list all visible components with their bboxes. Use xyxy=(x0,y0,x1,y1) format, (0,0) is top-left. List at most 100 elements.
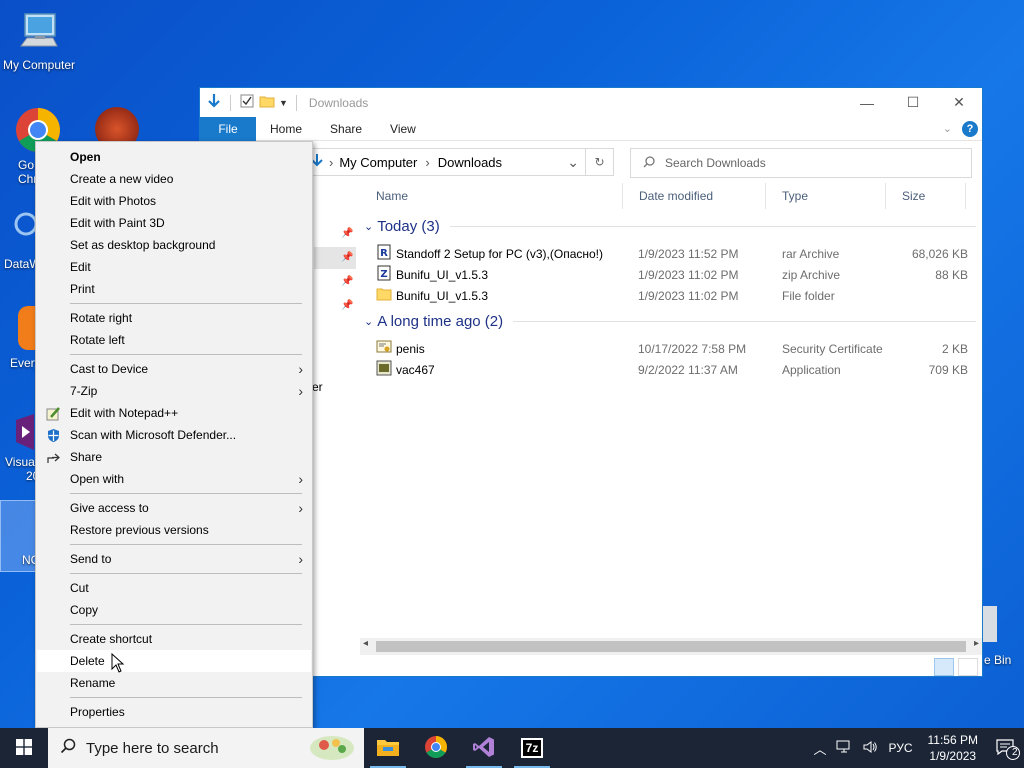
customize-toolbar-dropdown-icon[interactable]: ▼ xyxy=(279,98,288,108)
refresh-button[interactable]: ↻ xyxy=(586,148,614,176)
menu-item-rotate-left[interactable]: Rotate left xyxy=(37,329,311,351)
menu-item-edit[interactable]: Edit xyxy=(37,256,311,278)
nav-pane-label-fragment[interactable]: er xyxy=(312,380,323,394)
menu-item-restore-previous-versions[interactable]: Restore previous versions xyxy=(37,519,311,541)
menu-item-properties[interactable]: Properties xyxy=(37,701,311,723)
pin-icon[interactable]: 📌 xyxy=(341,252,353,263)
file-row[interactable]: vac467 9/2/2022 11:37 AM Application 709… xyxy=(376,359,976,380)
maximize-button[interactable]: ☐ xyxy=(890,88,936,117)
menu-item-set-desktop-background[interactable]: Set as desktop background xyxy=(37,234,311,256)
close-button[interactable]: ✕ xyxy=(936,88,982,117)
refresh-icon: ↻ xyxy=(594,155,605,169)
menu-item-rotate-right[interactable]: Rotate right xyxy=(37,307,311,329)
taskbar-7zip[interactable]: 7z xyxy=(508,728,556,768)
menu-item-open-with[interactable]: Open with › xyxy=(37,468,311,490)
menu-item-edit-with-notepadpp[interactable]: Edit with Notepad++ xyxy=(37,402,311,424)
show-hidden-icons-chevron-icon[interactable]: ︿ xyxy=(808,739,831,758)
menu-item-label: Cut xyxy=(70,581,89,595)
menu-item-create-shortcut[interactable]: Create shortcut xyxy=(37,628,311,650)
menu-item-delete[interactable]: Delete xyxy=(37,650,311,672)
large-icons-view-button[interactable] xyxy=(958,658,978,676)
menu-item-give-access-to[interactable]: Give access to › xyxy=(37,497,311,519)
menu-item-cast-to-device[interactable]: Cast to Device › xyxy=(37,358,311,380)
taskbar-chrome[interactable] xyxy=(412,728,460,768)
title-bar: ▼ Downloads — ☐ ✕ xyxy=(200,88,982,117)
menu-item-rename[interactable]: Rename xyxy=(37,672,311,694)
breadcrumb-separator-icon[interactable]: › xyxy=(329,155,333,170)
help-icon[interactable]: ? xyxy=(962,120,978,137)
menu-item-cut[interactable]: Cut xyxy=(37,577,311,599)
menu-item-share[interactable]: Share xyxy=(37,446,311,468)
column-type[interactable]: Type xyxy=(766,183,886,209)
menu-item-label: Edit with Notepad++ xyxy=(70,406,179,420)
view-switcher xyxy=(934,658,978,676)
taskbar-search-box[interactable]: Type here to search xyxy=(48,728,364,768)
scrollbar-thumb[interactable] xyxy=(376,641,966,652)
taskbar-visual-studio[interactable] xyxy=(460,728,508,768)
notification-center-button[interactable]: 2 xyxy=(988,738,1024,760)
group-header-today[interactable]: ⌄ Today (3) xyxy=(364,218,976,235)
scroll-left-arrow-icon[interactable]: ◂ xyxy=(363,638,368,649)
menu-item-send-to[interactable]: Send to › xyxy=(37,548,311,570)
address-history-chevron-icon[interactable]: ⌄ xyxy=(567,154,579,171)
column-size[interactable]: Size xyxy=(886,183,966,209)
expand-ribbon-chevron-icon[interactable]: ⌄ xyxy=(943,122,952,135)
menu-item-label: Edit with Paint 3D xyxy=(70,216,165,230)
column-name[interactable]: Name xyxy=(360,183,622,209)
menu-item-create-video[interactable]: Create a new video xyxy=(37,168,311,190)
file-row[interactable]: penis 10/17/2022 7:58 PM Security Certif… xyxy=(376,338,976,359)
desktop-icon-my-computer[interactable]: My Computer xyxy=(1,8,77,72)
toolbar-separator xyxy=(295,94,297,111)
file-name: penis xyxy=(396,341,425,356)
pin-icon[interactable]: 📌 xyxy=(341,276,353,287)
breadcrumb-separator-icon[interactable]: › xyxy=(425,155,429,170)
menu-item-print[interactable]: Print xyxy=(37,278,311,300)
recycle-bin-icon[interactable] xyxy=(983,606,997,642)
collapse-chevron-icon[interactable]: ⌄ xyxy=(364,315,373,328)
svg-text:Z: Z xyxy=(380,269,387,280)
clock[interactable]: 11:56 PM 1/9/2023 xyxy=(918,732,988,764)
menu-item-edit-with-paint-3d[interactable]: Edit with Paint 3D xyxy=(37,212,311,234)
menu-item-scan-with-defender[interactable]: Scan with Microsoft Defender... xyxy=(37,424,311,446)
tab-file[interactable]: File xyxy=(200,116,256,141)
details-view-button[interactable] xyxy=(934,658,954,676)
network-icon[interactable] xyxy=(831,740,857,757)
menu-separator xyxy=(70,573,302,574)
menu-item-7zip[interactable]: 7-Zip › xyxy=(37,380,311,402)
share-icon xyxy=(46,450,61,465)
pin-icon[interactable]: 📌 xyxy=(341,228,353,239)
taskbar-file-explorer[interactable] xyxy=(364,728,412,768)
volume-icon[interactable] xyxy=(857,740,883,757)
new-folder-icon[interactable] xyxy=(259,93,275,112)
menu-item-copy[interactable]: Copy xyxy=(37,599,311,621)
breadcrumb-my-computer[interactable]: My Computer xyxy=(339,155,417,170)
desktop-label-fragment: e Bin xyxy=(984,653,1012,667)
column-date-modified[interactable]: Date modified xyxy=(622,183,766,209)
scroll-right-arrow-icon[interactable]: ▸ xyxy=(974,638,979,649)
menu-item-label: Cast to Device xyxy=(70,362,149,376)
address-bar[interactable]: › My Computer › Downloads ⌄ xyxy=(306,148,586,176)
file-row[interactable]: Z Bunifu_UI_v1.5.3 1/9/2023 11:02 PM zip… xyxy=(376,264,976,285)
file-date: 1/9/2023 11:52 PM xyxy=(638,246,739,261)
search-downloads-box[interactable]: Search Downloads xyxy=(630,148,972,178)
group-header-a-long-time-ago[interactable]: ⌄ A long time ago (2) xyxy=(364,313,976,330)
mouse-cursor-icon xyxy=(111,652,125,677)
menu-item-open[interactable]: Open xyxy=(37,146,311,168)
horizontal-scrollbar[interactable]: ◂ ▸ xyxy=(360,638,982,655)
tab-home[interactable]: Home xyxy=(256,117,316,141)
menu-item-edit-with-photos[interactable]: Edit with Photos xyxy=(37,190,311,212)
context-menu: Open Create a new video Edit with Photos… xyxy=(35,141,313,728)
collapse-chevron-icon[interactable]: ⌄ xyxy=(364,220,373,233)
breadcrumb-downloads[interactable]: Downloads xyxy=(438,155,502,170)
pin-icon[interactable]: 📌 xyxy=(341,300,353,311)
download-arrow-icon[interactable] xyxy=(206,93,222,112)
file-row[interactable]: Bunifu_UI_v1.5.3 1/9/2023 11:02 PM File … xyxy=(376,285,976,306)
defender-shield-icon xyxy=(46,428,61,443)
input-language-indicator[interactable]: РУС xyxy=(883,741,917,755)
file-row[interactable]: R Standoff 2 Setup for PC (v3),(Опасно!)… xyxy=(376,243,976,264)
properties-check-icon[interactable] xyxy=(239,93,255,112)
tab-view[interactable]: View xyxy=(376,117,430,141)
start-button[interactable] xyxy=(0,728,48,768)
tab-share[interactable]: Share xyxy=(316,117,376,141)
minimize-button[interactable]: — xyxy=(844,88,890,117)
